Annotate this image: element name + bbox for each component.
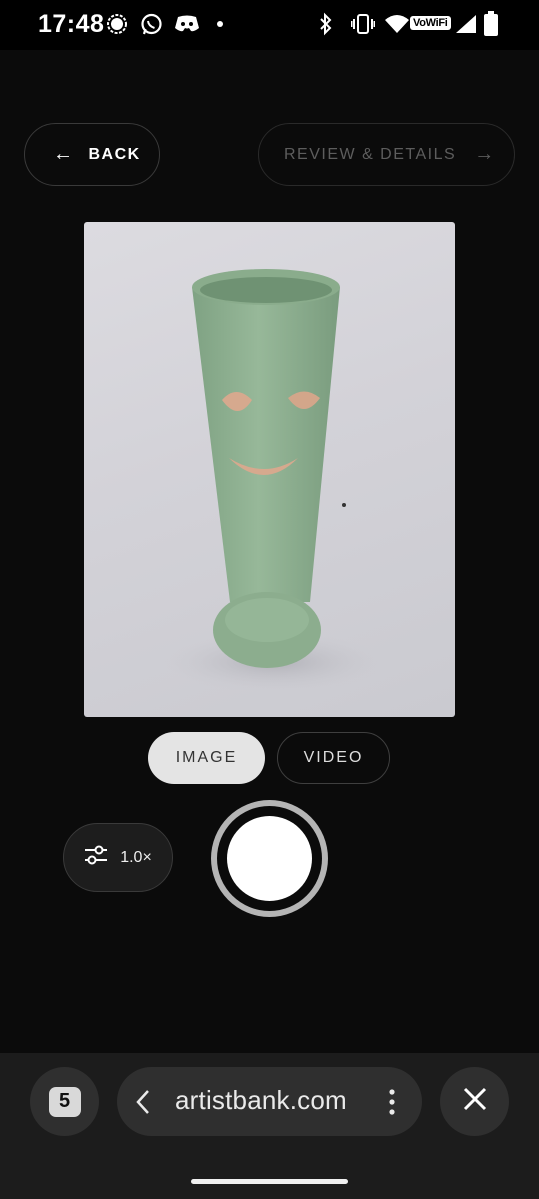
back-button[interactable]: ← BACK [24,123,160,186]
zoom-level: 1.0× [120,848,152,866]
mode-image-button[interactable]: IMAGE [148,732,265,784]
dot-icon [216,20,224,28]
browser-toolbar: 5 artistbank.com [0,1053,539,1199]
vowifi-icon: VoWiFi [410,16,451,30]
bluetooth-icon [318,12,334,36]
vase-image [164,269,384,692]
shutter-button[interactable] [211,800,328,917]
wifi-icon [384,14,410,34]
whatsapp-icon [140,13,163,36]
arrow-right-icon: → [474,143,496,165]
url-text: artistbank.com [175,1085,347,1115]
back-label: BACK [88,145,141,163]
close-button[interactable] [440,1067,509,1136]
review-details-button[interactable]: REVIEW & DETAILS → [258,123,515,186]
chevron-left-icon[interactable] [135,1089,151,1120]
camera-preview [84,222,455,717]
arrow-left-icon: ← [53,143,75,165]
review-details-label: REVIEW & DETAILS [284,145,457,163]
zoom-settings-button[interactable]: 1.0× [63,823,173,892]
battery-icon [484,11,498,36]
home-indicator[interactable] [191,1179,348,1184]
signal-messenger-icon [106,13,128,35]
close-icon [463,1087,487,1116]
camera-screen: ← BACK REVIEW & DETAILS → IMAGE VIDEO 1.… [0,50,539,1053]
sliders-icon [84,844,108,871]
cell-signal-icon [455,14,477,34]
status-bar: 17:48 VoWiFi [0,0,539,50]
clock: 17:48 [38,10,105,38]
tab-count: 5 [48,1086,81,1117]
discord-icon [174,14,200,34]
shutter-icon [227,816,312,901]
mode-video-button[interactable]: VIDEO [277,732,390,784]
tab-switcher-button[interactable]: 5 [30,1067,99,1136]
vibrate-icon [351,14,375,34]
address-bar[interactable]: artistbank.com [117,1067,422,1136]
more-vert-icon[interactable] [388,1088,396,1121]
